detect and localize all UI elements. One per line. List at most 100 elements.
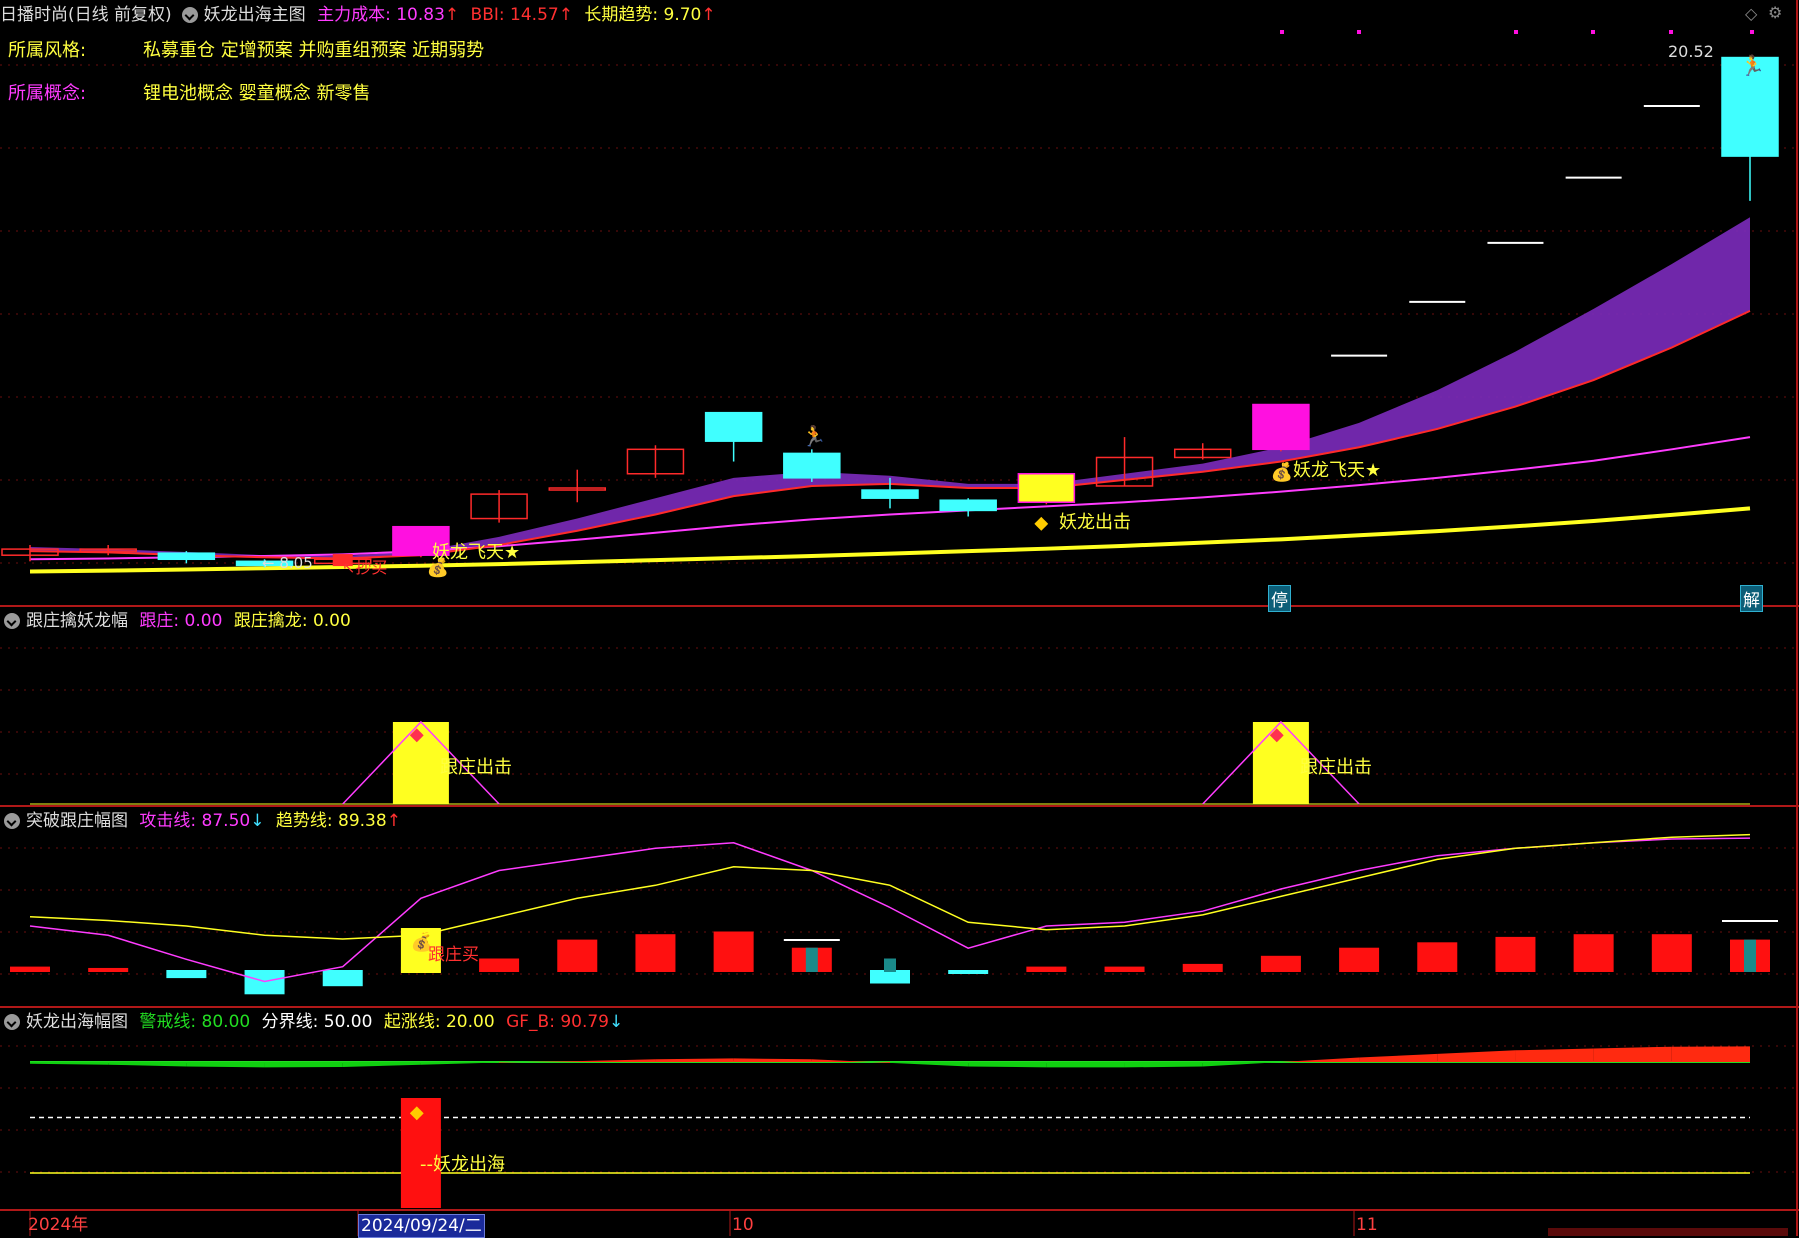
panel3-indicator-attack: 攻击线: 87.50↓ (139, 811, 265, 831)
collapse-icon[interactable] (4, 813, 20, 829)
indicator-label: 长期趋势 (584, 5, 653, 25)
indicator-bbi: BBI: 14.57↑ (470, 5, 573, 25)
indicator-value: 10.83 (396, 5, 445, 25)
fly-signal-label-2: 妖龙飞天★ (1293, 460, 1382, 481)
dot-marker (1357, 30, 1361, 34)
panel3-bar (1651, 934, 1692, 972)
x-label-year: 2024年 (28, 1215, 89, 1235)
panel4-indicator-gfb: GF_B: 90.79↓ (506, 1012, 624, 1032)
indicator-value: 87.50 (201, 811, 251, 831)
gear-icon[interactable]: ⚙ (1768, 3, 1782, 22)
panel3-header: 突破跟庄幅图 攻击线: 87.50↓ 趋势线: 89.38↑ (0, 808, 407, 834)
runner-icon: 🏃 (802, 424, 827, 448)
indicator-label: 警戒线 (139, 1012, 191, 1032)
unlock-badge: 解 (1740, 585, 1763, 612)
panel2-signal-label-2: 跟庄出击 (1300, 757, 1372, 778)
dot-marker (1514, 30, 1518, 34)
arrow-down-icon: ↓ (250, 811, 265, 831)
indicator-label: 跟庄擒龙 (233, 611, 302, 631)
price-high-label: 20.52 (1668, 42, 1714, 61)
diamond-gem-icon: ◆ (410, 1102, 424, 1123)
dot-marker (1669, 30, 1673, 34)
indicator-value: 80.00 (201, 1012, 251, 1032)
stock-name[interactable]: 日播时尚 (0, 5, 68, 25)
indicator-label: 跟庄 (139, 611, 174, 631)
panel3-bar (948, 970, 989, 974)
panel4-area-segment (1671, 1046, 1750, 1062)
panel4-area-segment (968, 1062, 1047, 1068)
x-label-nov: 11 (1356, 1215, 1378, 1235)
indicator-value: 50.00 (323, 1012, 373, 1032)
indicator-value: 0.00 (312, 611, 351, 631)
candle-body (939, 499, 997, 512)
arrow-up-icon: ↑ (558, 5, 573, 25)
indicator-label: 趋势线 (275, 811, 327, 831)
candle-body (704, 411, 763, 442)
panel3-bar (635, 934, 676, 972)
dot-marker (1750, 30, 1754, 34)
panel3-name[interactable]: 突破跟庄幅图 (26, 811, 128, 831)
dot-marker (1280, 30, 1284, 34)
panel4-signal-label: --妖龙出海 (420, 1154, 505, 1175)
main-panel-header: 日播时尚(日线 前复权) 妖龙出海主图 主力成本: 10.83↑ BBI: 14.… (0, 2, 722, 28)
candle-body (861, 489, 919, 499)
indicator-value: 89.38 (338, 811, 387, 831)
diamond-gem-icon: ◆ (410, 724, 424, 745)
panel3-bar (1495, 936, 1536, 972)
collapse-icon[interactable] (4, 613, 20, 629)
panel3-bar (1573, 934, 1614, 972)
x-label-selected-date[interactable]: 2024/09/24/二 (358, 1214, 485, 1238)
panel3-bar (166, 970, 207, 979)
indicator-value: 0.00 (184, 611, 223, 631)
arrow-down-icon: ↓ (609, 1012, 624, 1032)
panel3-bar (10, 966, 50, 972)
collapse-icon[interactable] (181, 7, 198, 23)
indicator-label: 起涨线 (383, 1012, 435, 1032)
indicator-label: GF_B (506, 1012, 550, 1032)
panel3-bar-inner (1744, 939, 1756, 972)
strike-signal-label: 妖龙出击 (1059, 512, 1131, 533)
indicator-name[interactable]: 妖龙出海主图 (204, 5, 306, 25)
indicator-label: 攻击线 (139, 811, 191, 831)
panel3-bar (1026, 966, 1067, 972)
dot-marker (1591, 30, 1595, 34)
indicator-label: 主力成本 (317, 5, 386, 25)
panel3-bar (88, 967, 129, 972)
panel3-bar (1182, 963, 1223, 972)
panel4-indicator-warn: 警戒线: 80.00 (139, 1012, 251, 1032)
fly-signal-label-1: 妖龙飞天★ (432, 542, 521, 563)
panel3-signal-label: 跟庄买 (428, 945, 479, 965)
panel4-area-segment (1046, 1062, 1125, 1068)
panel3-bar (1260, 955, 1301, 972)
x-label-oct: 10 (732, 1215, 754, 1235)
panel4-area-segment (186, 1062, 265, 1068)
candle-body (783, 452, 841, 479)
indicator-value: 90.79 (560, 1012, 609, 1032)
panel2-indicator-follow: 跟庄: 0.00 (139, 611, 223, 631)
diamond-icon[interactable]: ◇ (1745, 4, 1757, 23)
stop-badge: 停 (1268, 585, 1291, 612)
money-bag-icon: 💰 (1271, 461, 1293, 483)
indicator-label: 分界线 (261, 1012, 313, 1032)
panel4-name[interactable]: 妖龙出海幅图 (26, 1012, 128, 1032)
panel3-bar (322, 970, 363, 987)
panel4-area-segment (1515, 1048, 1594, 1062)
panel4-area-segment (1124, 1062, 1203, 1068)
panel3-bar (479, 958, 520, 972)
style-value: 私募重仓 定增预案 并购重组预案 近期弱势 (143, 40, 485, 61)
panel2-name[interactable]: 跟庄擒妖龙幅 (26, 611, 128, 631)
panel2-signal-label-1: 跟庄出击 (440, 757, 512, 778)
buy-signal-label: ↖抄买 (342, 558, 388, 577)
collapse-icon[interactable] (4, 1014, 20, 1030)
runner-icon: 🏃 (1740, 54, 1765, 78)
panel3-bar (1417, 942, 1458, 972)
arrow-up-icon: ↑ (386, 811, 401, 831)
price-low-label: ← 8.05 (262, 554, 313, 572)
panel4-header: 妖龙出海幅图 警戒线: 80.00 分界线: 50.00 起涨线: 20.00 … (0, 1009, 629, 1035)
panel3-bar (557, 939, 598, 972)
indicator-value: 14.57 (510, 5, 559, 25)
style-label: 所属风格: (8, 40, 87, 61)
scroll-track (1548, 1228, 1788, 1236)
period-label[interactable]: (日线 前复权) (68, 5, 172, 25)
panel2-indicator-catch: 跟庄擒龙: 0.00 (233, 611, 351, 631)
